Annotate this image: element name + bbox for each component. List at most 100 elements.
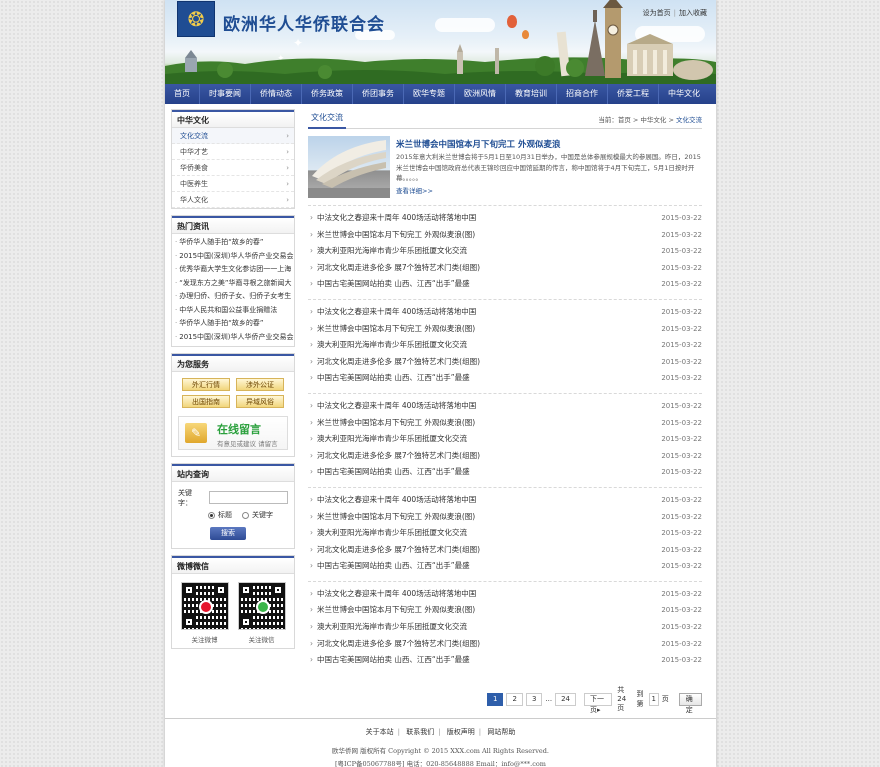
news-row[interactable]: 河北文化周走进多伦多 展7个独特艺术门类(组图)2015-03-22 xyxy=(308,260,702,277)
news-row[interactable]: 河北文化周走进多伦多 展7个独特艺术门类(组图)2015-03-22 xyxy=(308,542,702,559)
online-message-button[interactable]: ✎ 在线留言 有意见或建议 请留言 xyxy=(178,416,288,450)
nav-item-charity[interactable]: 侨爱工程 xyxy=(608,84,659,104)
footer-copyright-link[interactable]: 版权声明 xyxy=(447,728,475,736)
page-1-button[interactable]: 1 xyxy=(487,692,504,706)
search-button[interactable]: 搜索 xyxy=(210,527,246,540)
news-row[interactable]: 中国古宅美国网站拍卖 山西、江西“出手”最盛2015-03-22 xyxy=(308,276,702,293)
tab-cultural-exchange[interactable]: 文化交流 xyxy=(308,109,346,129)
news-row[interactable]: 中国古宅美国网站拍卖 山西、江西“出手”最盛2015-03-22 xyxy=(308,464,702,481)
news-row[interactable]: 河北文化周走进多伦多 展7个独特艺术门类(组图)2015-03-22 xyxy=(308,354,702,371)
nav-item-policy[interactable]: 侨务政策 xyxy=(302,84,353,104)
radio-keyword[interactable] xyxy=(242,511,249,519)
footer-about-link[interactable]: 关于本站 xyxy=(366,728,394,736)
goto-page-input[interactable]: 1 xyxy=(648,692,659,706)
footer-icp: [粤ICP备05067788号] 电话：020-85648888 Email：i… xyxy=(335,760,546,767)
news-row[interactable]: 中国古宅美国网站拍卖 山西、江西“出手”最盛2015-03-22 xyxy=(308,558,702,575)
notary-button[interactable]: 涉外公证 xyxy=(236,378,284,391)
weixin-label: 关注微信 xyxy=(248,636,275,644)
weibo-qr-code xyxy=(180,582,229,630)
hot-news-item[interactable]: · 华侨华人随手拍“故乡的春” xyxy=(172,317,294,331)
nav-item-europe[interactable]: 欧洲风情 xyxy=(455,84,506,104)
goto-confirm-button[interactable]: 确定 xyxy=(678,692,702,714)
nav-item-home[interactable]: 首页 xyxy=(165,84,200,104)
nav-item-affairs[interactable]: 侨团事务 xyxy=(353,84,404,104)
featured-more-link[interactable]: 查看详细>> xyxy=(396,185,433,195)
main-nav: 首页 时事要闻 侨情动态 侨务政策 侨团事务 欧华专题 欧洲风情 教育培训 招商… xyxy=(165,84,716,104)
travel-guide-button[interactable]: 出国指南 xyxy=(182,395,230,408)
hot-news-item[interactable]: · 2015中国(深圳)华人华侨产业交易会 xyxy=(172,331,294,345)
nav-item-culture[interactable]: 中华文化 xyxy=(659,84,709,104)
chevron-right-icon: › xyxy=(286,164,289,172)
message-subtitle: 有意见或建议 请留言 xyxy=(217,440,278,448)
news-row[interactable]: 中法文化之春迎来十周年 400场活动将落地中国2015-03-22 xyxy=(308,586,702,603)
next-page-button[interactable]: 下一页▸ xyxy=(584,692,613,714)
search-input[interactable] xyxy=(208,491,288,504)
hot-news-item[interactable]: · “发现东方之美”华裔寻根之旅新闻大 xyxy=(172,277,294,291)
news-row[interactable]: 米兰世博会中国馆本月下旬完工 外观似麦浪(图)2015-03-22 xyxy=(308,602,702,619)
featured-image[interactable] xyxy=(308,136,390,198)
breadcrumb-home[interactable]: 首页 xyxy=(618,116,631,124)
hot-news-item[interactable]: · 优秀华裔大学生文化参访团一一上海 xyxy=(172,263,294,277)
hot-news-item[interactable]: · 2015中国(深圳)华人华侨产业交易会 xyxy=(172,250,294,264)
page-3-button[interactable]: 3 xyxy=(525,692,543,706)
news-list-group: 中法文化之春迎来十周年 400场活动将落地中国2015-03-22 米兰世博会中… xyxy=(308,580,702,672)
main-content: 文化交流 当前：首页 > 中华文化 > 文化交流 米兰世博会中国馆本月下旬完工 … xyxy=(308,109,702,714)
news-row[interactable]: 中法文化之春迎来十周年 400场活动将落地中国2015-03-22 xyxy=(308,210,702,227)
weibo-icon xyxy=(198,600,213,614)
social-title: 微博微信 xyxy=(172,556,294,574)
news-list-group: 中法文化之春迎来十周年 400场活动将落地中国2015-03-22 米兰世博会中… xyxy=(308,205,702,296)
customs-button[interactable]: 异域风俗 xyxy=(236,395,284,408)
footer-contact-link[interactable]: 联系我们 xyxy=(406,728,434,736)
footer-help-link[interactable]: 网站帮助 xyxy=(487,728,515,736)
news-row[interactable]: 河北文化周走进多伦多 展7个独特艺术门类(组图)2015-03-22 xyxy=(308,448,702,465)
sidebar-item-health[interactable]: 中医养生 › xyxy=(172,176,294,192)
header-banner: ✦ ✦ ❂ 欧洲华人华侨联合会 设为首页 | 加入收藏 xyxy=(165,0,716,84)
nav-item-overseas-dynamics[interactable]: 侨情动态 xyxy=(251,84,302,104)
hot-news-item[interactable]: · 中华人民共和国公益事业捐赠法 xyxy=(172,304,294,318)
news-row[interactable]: 米兰世博会中国馆本月下旬完工 外观似麦浪(图)2015-03-22 xyxy=(308,227,702,244)
pagination: 1 2 3 ... 24 下一页▸ 共24页 到第 1 页 确定 xyxy=(487,685,702,714)
page-last-button[interactable]: 24 xyxy=(555,692,577,706)
goto-label: 到第 xyxy=(636,690,644,708)
page-2-button[interactable]: 2 xyxy=(506,692,523,706)
page-unit: 页 xyxy=(661,695,669,703)
hot-news-item[interactable]: · 办理归侨、归侨子女、归侨子女考生 xyxy=(172,290,294,304)
breadcrumb: 当前：首页 > 中华文化 > 文化交流 xyxy=(598,116,702,124)
news-row[interactable]: 中国古宅美国网站拍卖 山西、江西“出手”最盛2015-03-22 xyxy=(308,370,702,387)
sidebar-item-chinese-culture[interactable]: 华人文化 › xyxy=(172,192,294,208)
breadcrumb-culture[interactable]: 中华文化 xyxy=(640,116,666,124)
news-row[interactable]: 中法文化之春迎来十周年 400场活动将落地中国2015-03-22 xyxy=(308,304,702,321)
nav-item-topics[interactable]: 欧华专题 xyxy=(404,84,455,104)
news-row[interactable]: 澳大利亚阳光海岸市青少年乐团抵厦文化交流2015-03-22 xyxy=(308,619,702,636)
weixin-qr-code xyxy=(237,582,286,630)
news-row[interactable]: 河北文化周走进多伦多 展7个独特艺术门类(组图)2015-03-22 xyxy=(308,636,702,653)
add-favorite-link[interactable]: 加入收藏 xyxy=(679,9,707,17)
footer-copyright: 欧华侨网 版权所有 Copyright © 2015 XXX.com All R… xyxy=(332,747,549,755)
news-row[interactable]: 澳大利亚阳光海岸市青少年乐团抵厦文化交流2015-03-22 xyxy=(308,525,702,542)
search-label: 关键字： xyxy=(178,488,192,507)
news-row[interactable]: 米兰世博会中国馆本月下旬完工 外观似麦浪(图)2015-03-22 xyxy=(308,321,702,338)
set-homepage-link[interactable]: 设为首页 xyxy=(643,9,671,17)
nav-item-investment[interactable]: 招商合作 xyxy=(557,84,608,104)
logo-emblem-icon[interactable]: ❂ xyxy=(177,1,215,37)
sidebar-item-cultural-exchange[interactable]: 文化交流 › xyxy=(172,128,294,144)
site-title[interactable]: 欧洲华人华侨联合会 xyxy=(223,10,385,35)
hot-news-item[interactable]: · 华侨华人随手拍“故乡的春” xyxy=(172,236,294,250)
forex-button[interactable]: 外汇行情 xyxy=(182,378,230,391)
news-row[interactable]: 中法文化之春迎来十周年 400场活动将落地中国2015-03-22 xyxy=(308,398,702,415)
radio-title[interactable] xyxy=(208,511,215,519)
nav-item-education[interactable]: 教育培训 xyxy=(506,84,557,104)
nav-item-news[interactable]: 时事要闻 xyxy=(200,84,251,104)
message-envelope-icon: ✎ xyxy=(185,423,207,443)
news-row[interactable]: 澳大利亚阳光海岸市青少年乐团抵厦文化交流2015-03-22 xyxy=(308,337,702,354)
social-box: 微博微信 关注微博 关注微信 xyxy=(171,555,295,649)
featured-title-link[interactable]: 米兰世博会中国馆本月下旬完工 外观似麦浪 xyxy=(396,138,560,150)
news-row[interactable]: 中法文化之春迎来十周年 400场活动将落地中国2015-03-22 xyxy=(308,492,702,509)
news-row[interactable]: 米兰世博会中国馆本月下旬完工 外观似麦浪(图)2015-03-22 xyxy=(308,415,702,432)
sidebar-item-talent[interactable]: 中华才艺 › xyxy=(172,144,294,160)
news-row[interactable]: 中国古宅美国网站拍卖 山西、江西“出手”最盛2015-03-22 xyxy=(308,652,702,669)
news-row[interactable]: 米兰世博会中国馆本月下旬完工 外观似麦浪(图)2015-03-22 xyxy=(308,509,702,526)
sidebar-item-food[interactable]: 华侨美食 › xyxy=(172,160,294,176)
news-row[interactable]: 澳大利亚阳光海岸市青少年乐团抵厦文化交流2015-03-22 xyxy=(308,243,702,260)
news-row[interactable]: 澳大利亚阳光海岸市青少年乐团抵厦文化交流2015-03-22 xyxy=(308,431,702,448)
